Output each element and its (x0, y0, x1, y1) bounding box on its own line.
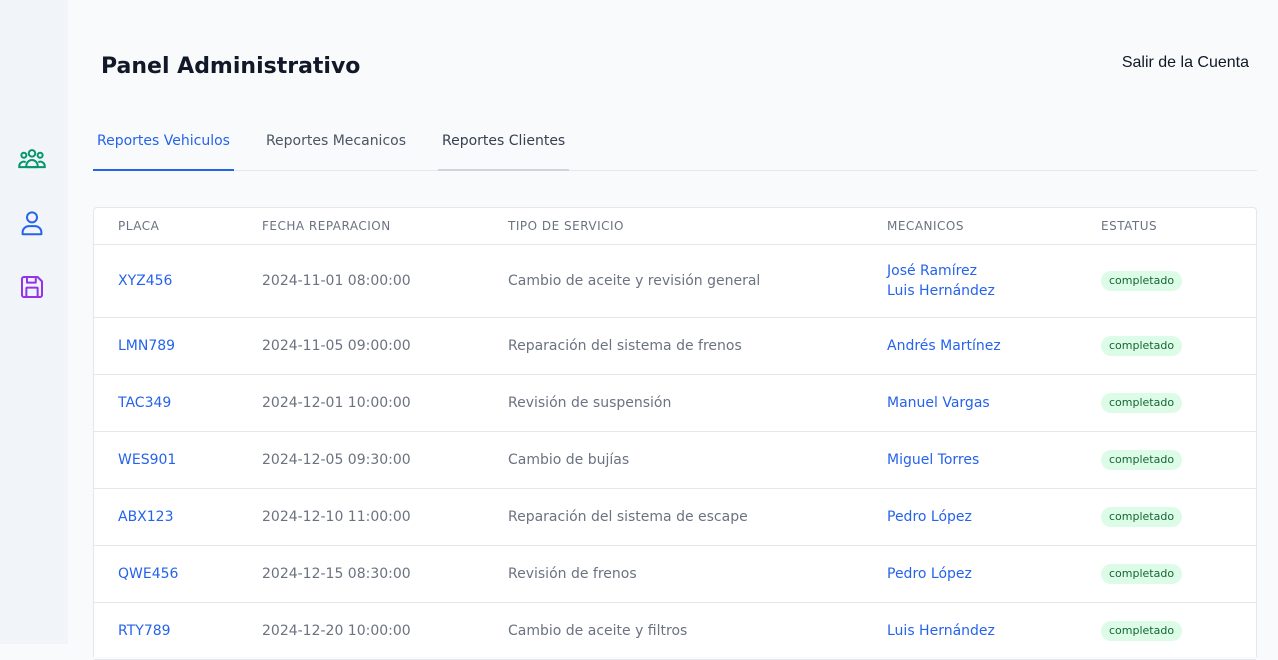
mecanicos-cell: Pedro López (863, 488, 1077, 546)
estatus-cell: completado (1077, 317, 1256, 375)
save-icon[interactable] (16, 271, 48, 303)
vehicle-reports-table: PLACA FECHA REPARACION TIPO DE SERVICIO … (93, 207, 1257, 660)
mecanico-link[interactable]: Luis Hernández (887, 281, 1077, 301)
logout-button[interactable]: Salir de la Cuenta (1122, 54, 1249, 72)
tipo-cell: Cambio de aceite y revisión general (484, 244, 863, 318)
column-header-estatus: ESTATUS (1077, 208, 1256, 245)
status-badge: completado (1101, 449, 1183, 470)
column-header-placa: PLACA (94, 208, 238, 245)
mecanicos-cell: Luis Hernández (863, 602, 1077, 660)
tipo-cell: Reparación del sistema de frenos (484, 317, 863, 375)
estatus-cell: completado (1077, 602, 1256, 660)
tipo-cell: Revisión de suspensión (484, 374, 863, 432)
tipo-cell: Revisión de frenos (484, 545, 863, 603)
fecha-cell: 2024-12-20 10:00:00 (238, 602, 484, 660)
fecha-cell: 2024-11-01 08:00:00 (238, 244, 484, 318)
mecanico-link[interactable]: Pedro López (887, 507, 1077, 527)
tipo-cell: Cambio de bujías (484, 431, 863, 489)
table-header-row: PLACA FECHA REPARACION TIPO DE SERVICIO … (94, 208, 1256, 245)
status-badge: completado (1101, 620, 1183, 641)
placa-cell[interactable]: LMN789 (94, 317, 238, 375)
mecanico-link[interactable]: Manuel Vargas (887, 393, 1077, 413)
tipo-cell: Reparación del sistema de escape (484, 488, 863, 546)
mecanico-link[interactable]: Andrés Martínez (887, 336, 1077, 356)
tab-bar: Reportes Vehiculos Reportes Mecanicos Re… (93, 120, 1257, 171)
mecanicos-cell: Manuel Vargas (863, 374, 1077, 432)
user-icon[interactable] (16, 207, 48, 239)
status-badge: completado (1101, 335, 1183, 356)
fecha-cell: 2024-12-15 08:30:00 (238, 545, 484, 603)
status-badge: completado (1101, 392, 1183, 413)
column-header-mecanicos: MECANICOS (863, 208, 1077, 245)
table-row: ABX123 2024-12-10 11:00:00 Reparación de… (94, 488, 1256, 546)
table-row: LMN789 2024-11-05 09:00:00 Reparación de… (94, 317, 1256, 375)
estatus-cell: completado (1077, 374, 1256, 432)
table-row: RTY789 2024-12-20 10:00:00 Cambio de ace… (94, 602, 1256, 660)
tab-reportes-mecanicos[interactable]: Reportes Mecanicos (262, 120, 410, 171)
column-header-tipo: TIPO DE SERVICIO (484, 208, 863, 245)
fecha-cell: 2024-12-05 09:30:00 (238, 431, 484, 489)
table-row: TAC349 2024-12-01 10:00:00 Revisión de s… (94, 374, 1256, 432)
tipo-cell: Cambio de aceite y filtros (484, 602, 863, 660)
mecanicos-cell: Pedro López (863, 545, 1077, 603)
placa-cell[interactable]: WES901 (94, 431, 238, 489)
placa-cell[interactable]: ABX123 (94, 488, 238, 546)
fecha-cell: 2024-11-05 09:00:00 (238, 317, 484, 375)
sidebar (0, 0, 68, 644)
table-row: WES901 2024-12-05 09:30:00 Cambio de buj… (94, 431, 1256, 489)
table-row: XYZ456 2024-11-01 08:00:00 Cambio de ace… (94, 244, 1256, 318)
mecanico-link[interactable]: José Ramírez (887, 261, 1077, 281)
status-badge: completado (1101, 506, 1183, 527)
mecanico-link[interactable]: Miguel Torres (887, 450, 1077, 470)
mecanico-link[interactable]: Pedro López (887, 564, 1077, 584)
mecanicos-cell: Miguel Torres (863, 431, 1077, 489)
placa-cell[interactable]: XYZ456 (94, 244, 238, 318)
tab-reportes-vehiculos[interactable]: Reportes Vehiculos (93, 120, 234, 171)
placa-cell[interactable]: TAC349 (94, 374, 238, 432)
mecanicos-cell: Andrés Martínez (863, 317, 1077, 375)
table-row: QWE456 2024-12-15 08:30:00 Revisión de f… (94, 545, 1256, 603)
fecha-cell: 2024-12-10 11:00:00 (238, 488, 484, 546)
mecanicos-cell: José Ramírez Luis Hernández (863, 244, 1077, 318)
estatus-cell: completado (1077, 431, 1256, 489)
status-badge: completado (1101, 563, 1183, 584)
fecha-cell: 2024-12-01 10:00:00 (238, 374, 484, 432)
column-header-fecha: FECHA REPARACION (238, 208, 484, 245)
placa-cell[interactable]: RTY789 (94, 602, 238, 660)
main-content: Panel Administrativo Salir de la Cuenta … (68, 0, 1278, 660)
mecanico-link[interactable]: Luis Hernández (887, 621, 1077, 641)
status-badge: completado (1101, 270, 1183, 291)
estatus-cell: completado (1077, 545, 1256, 603)
tab-reportes-clientes[interactable]: Reportes Clientes (438, 120, 570, 171)
page-title: Panel Administrativo (101, 54, 361, 79)
placa-cell[interactable]: QWE456 (94, 545, 238, 603)
users-group-icon[interactable] (16, 143, 48, 175)
estatus-cell: completado (1077, 488, 1256, 546)
estatus-cell: completado (1077, 244, 1256, 318)
